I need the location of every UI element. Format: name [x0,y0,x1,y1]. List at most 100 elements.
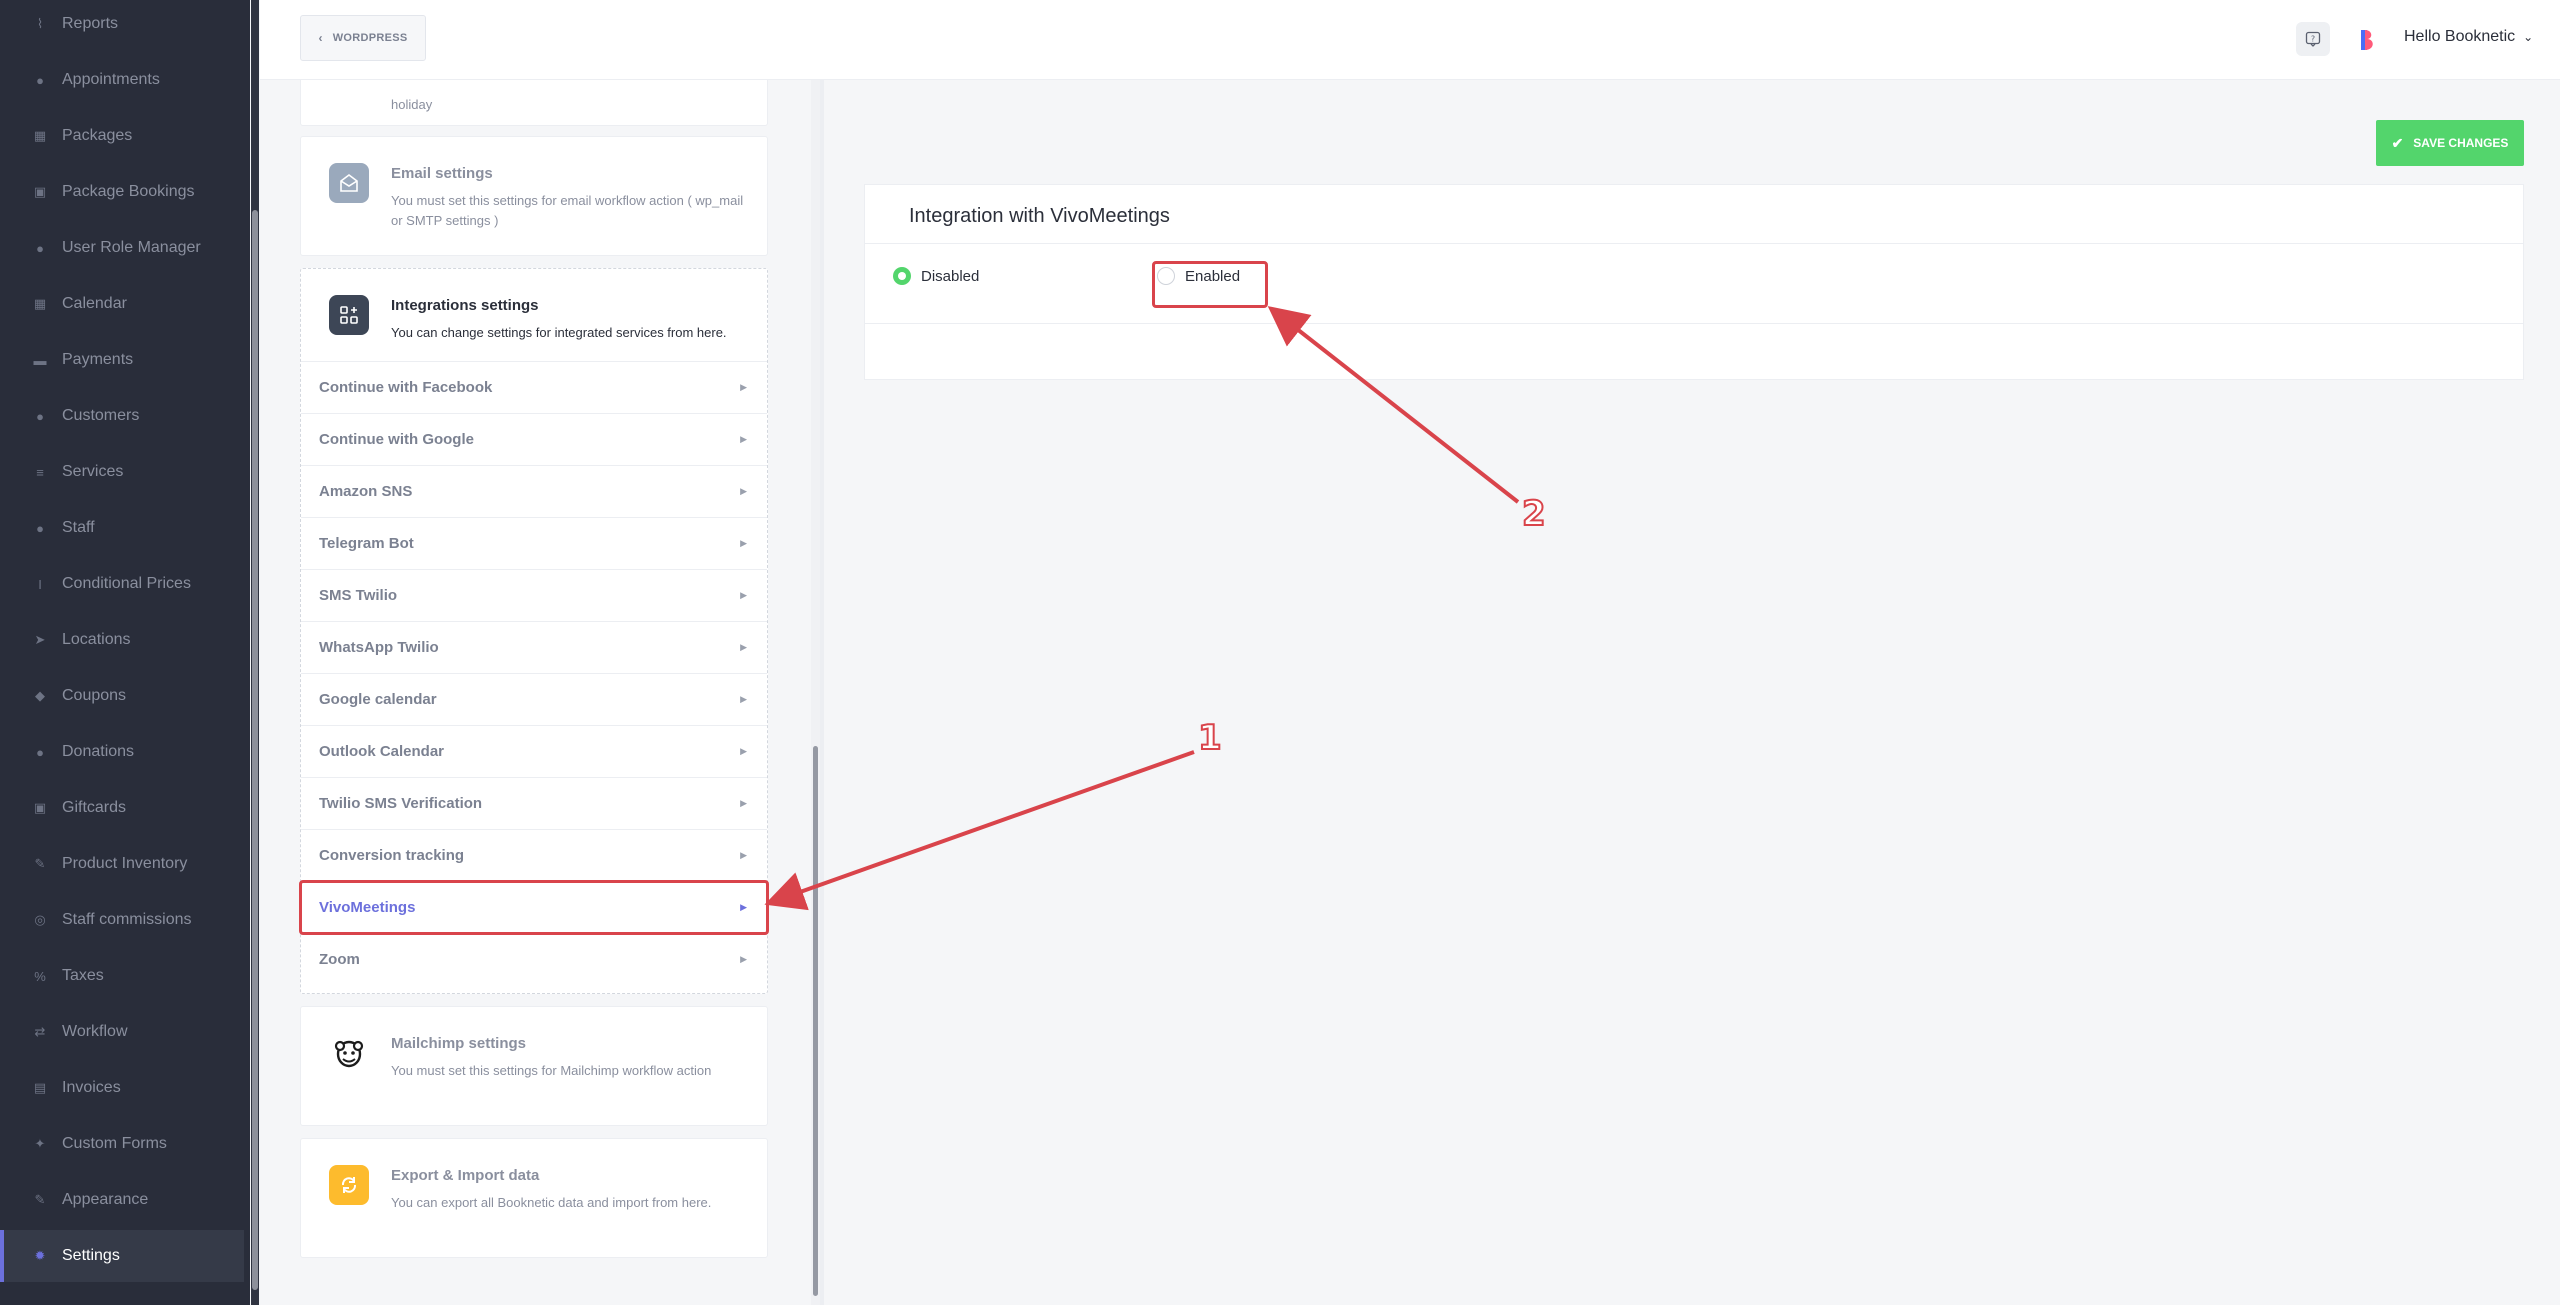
sidebar-item-label: Custom Forms [62,1135,167,1152]
chevron-down-icon: ⌄ [2523,30,2534,44]
help-button[interactable]: ? [2296,22,2330,56]
sidebar-scrollbar-thumb[interactable] [252,210,258,1290]
coins-icon: ◎ [34,912,46,927]
sidebar-item-product-inventory[interactable]: ✎ Product Inventory [0,838,244,890]
settings-scrollbar-thumb[interactable] [813,746,818,1296]
payment-icon: ▬ [33,352,47,368]
integration-item-continue-with-google[interactable]: Continue with Google ▶ [301,413,767,465]
integration-item-label: Zoom [319,951,360,968]
cursor-icon: I [38,576,42,592]
sidebar-item-user-role-manager[interactable]: ● User Role Manager [0,222,244,274]
sidebar-scrollbar[interactable] [251,0,259,1305]
back-to-wordpress-button[interactable]: ‹ WORDPRESS [300,15,426,61]
calendar-icon: ▦ [33,296,47,311]
integration-item-label: Continue with Facebook [319,379,493,396]
mailchimp-settings-card[interactable]: Mailchimp settings You must set this set… [300,1006,768,1126]
highlight-vivomeetings [299,880,769,935]
export-import-desc: You can export all Booknetic data and im… [391,1195,712,1210]
user-menu[interactable]: Hello Booknetic ⌄ [2404,28,2533,46]
sidebar-item-taxes[interactable]: % Taxes [0,950,244,1002]
sidebar-item-conditional-prices[interactable]: I Conditional Prices [0,558,244,610]
user-icon: ● [36,520,44,536]
sidebar-item-invoices[interactable]: ▤ Invoices [0,1062,244,1114]
settings-list: holiday Email settings You must set this… [260,80,820,1305]
sidebar-item-calendar[interactable]: ▦ Calendar [0,278,244,330]
sidebar-item-locations[interactable]: ➤ Locations [0,614,244,666]
integration-item-label: Continue with Google [319,431,474,448]
integration-item-label: Outlook Calendar [319,743,445,760]
sidebar-item-label: Workflow [62,1023,128,1040]
disabled-radio-dot [893,267,911,285]
sidebar-item-reports[interactable]: ⌇ Reports [0,0,244,50]
sidebar-item-packages[interactable]: ▦ Packages [0,110,244,162]
sidebar-item-label: Reports [62,15,119,32]
sidebar-item-label: Staff [62,519,95,536]
integration-item-telegram-bot[interactable]: Telegram Bot ▶ [301,517,767,569]
boxes-icon: ▦ [33,128,47,143]
sidebar-item-settings[interactable]: ✹ Settings [0,1230,244,1282]
sidebar-item-giftcards[interactable]: ▣ Giftcards [0,782,244,834]
sidebar-item-coupons[interactable]: ◆ Coupons [0,670,244,722]
sidebar-item-label: Payments [62,351,134,368]
email-settings-card[interactable]: Email settings You must set this setting… [300,136,768,256]
donation-icon: ● [36,744,44,760]
users-icon: ● [36,408,44,424]
export-import-title: Export & Import data [391,1167,540,1184]
sidebar-item-label: Settings [62,1247,120,1264]
integration-item-sms-twilio[interactable]: SMS Twilio ▶ [301,569,767,621]
panel-title: Integration with VivoMeetings [909,205,1170,227]
integrations-settings-desc: You can change settings for integrated s… [391,325,727,340]
sidebar-item-donations[interactable]: ● Donations [0,726,244,778]
sidebar-item-label: User Role Manager [62,239,201,256]
sidebar-item-custom-forms[interactable]: ✦ Custom Forms [0,1118,244,1170]
disabled-radio[interactable]: Disabled [893,267,979,285]
workflow-icon: ⇄ [34,1024,46,1039]
integration-item-label: Telegram Bot [319,535,414,552]
sidebar-item-label: Appointments [62,71,160,88]
sidebar-item-label: Staff commissions [62,911,192,928]
caret-right-icon: ▶ [740,746,747,756]
sidebar-item-package-bookings[interactable]: ▣ Package Bookings [0,166,244,218]
gift-icon: ▣ [33,800,47,815]
sidebar-item-appointments[interactable]: ● Appointments [0,54,244,106]
save-changes-button[interactable]: ✔ SAVE CHANGES [2376,120,2524,166]
sidebar-item-label: Taxes [62,967,104,984]
sidebar-item-label: Appearance [62,1191,149,1208]
export-import-card[interactable]: Export & Import data You can export all … [300,1138,768,1258]
sync-icon [329,1165,369,1205]
top-bar: ‹ WORDPRESS ? Hello Booknetic ⌄ [260,0,2560,80]
highlight-enabled-option [1152,261,1268,308]
integration-item-label: WhatsApp Twilio [319,639,439,656]
settings-scrollbar[interactable] [811,80,820,1305]
sidebar-item-services[interactable]: ≡ Services [0,446,244,498]
integration-item-outlook-calendar[interactable]: Outlook Calendar ▶ [301,725,767,777]
sidebar-item-staff-commissions[interactable]: ◎ Staff commissions [0,894,244,946]
integration-item-conversion-tracking[interactable]: Conversion tracking ▶ [301,829,767,881]
caret-right-icon: ▶ [740,590,747,600]
sidebar-item-staff[interactable]: ● Staff [0,502,244,554]
integration-item-twilio-sms-verification[interactable]: Twilio SMS Verification ▶ [301,777,767,829]
mailchimp-icon [329,1033,369,1073]
holiday-settings-card[interactable]: holiday [300,80,768,126]
vivomeetings-panel: Integration with VivoMeetings Disabled E… [864,184,2524,380]
sidebar-item-label: Conditional Prices [62,575,191,592]
chevron-left-icon: ‹ [318,31,323,45]
save-changes-label: SAVE CHANGES [2413,136,2509,150]
brush-icon: ✎ [34,1192,46,1207]
integration-item-zoom[interactable]: Zoom ▶ [301,933,767,985]
sidebar-item-label: Services [62,463,124,480]
svg-text:?: ? [2311,35,2315,44]
caret-right-icon: ▶ [740,954,747,964]
integration-item-google-calendar[interactable]: Google calendar ▶ [301,673,767,725]
step-1-label: 1 [1197,717,1223,759]
integration-item-whatsapp-twilio[interactable]: WhatsApp Twilio ▶ [301,621,767,673]
step-2-label: 2 [1521,493,1547,535]
caret-right-icon: ▶ [740,382,747,392]
sidebar-item-payments[interactable]: ▬ Payments [0,334,244,386]
sidebar-item-workflow[interactable]: ⇄ Workflow [0,1006,244,1058]
integrations-grid-icon [329,295,369,335]
integration-item-amazon-sns[interactable]: Amazon SNS ▶ [301,465,767,517]
integration-item-continue-with-facebook[interactable]: Continue with Facebook ▶ [301,361,767,413]
sidebar-item-customers[interactable]: ● Customers [0,390,244,442]
sidebar-item-appearance[interactable]: ✎ Appearance [0,1174,244,1226]
